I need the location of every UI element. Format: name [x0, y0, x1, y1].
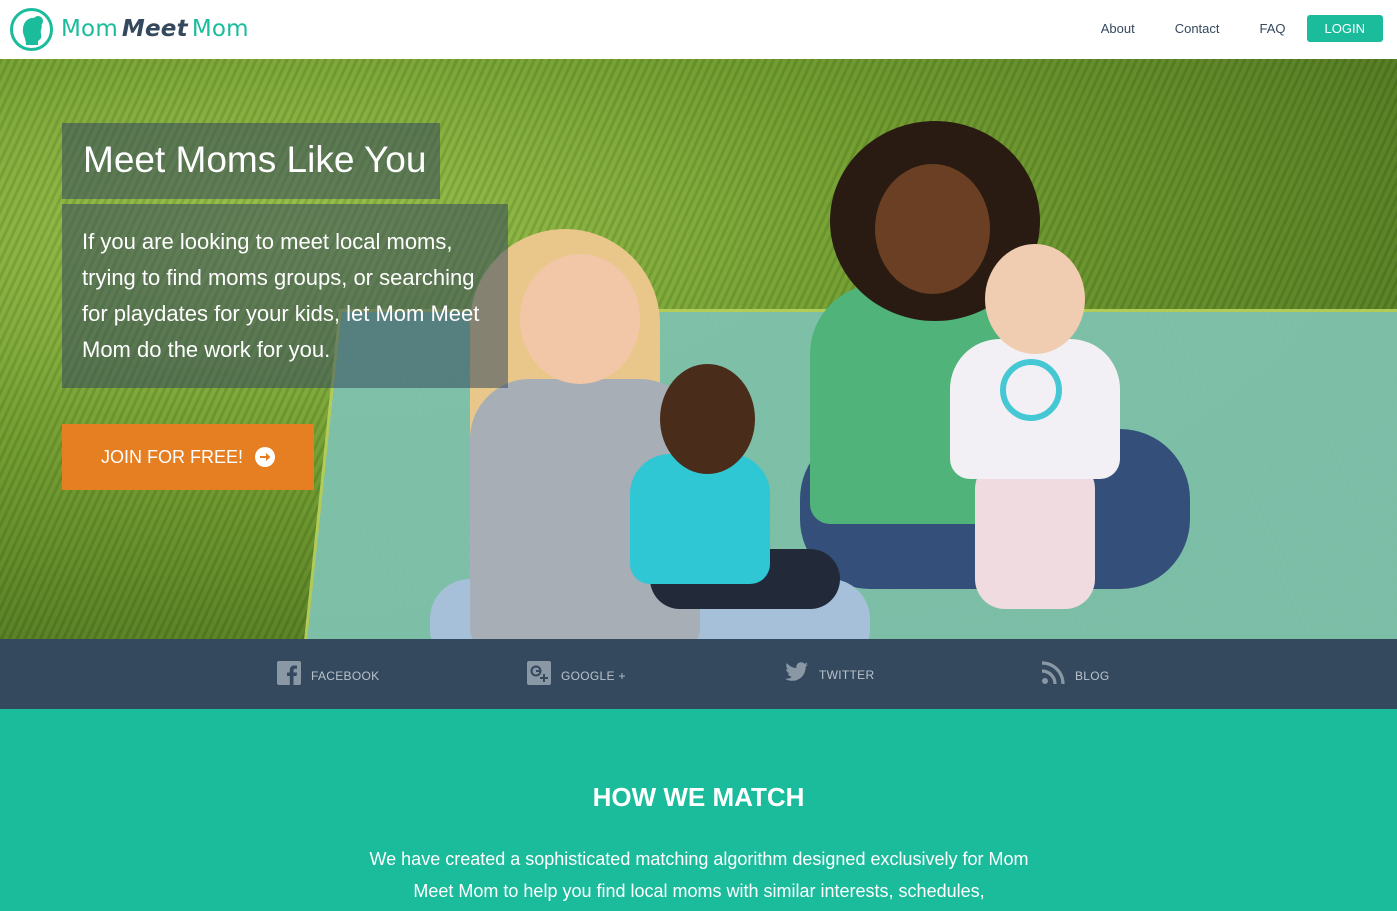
hero-description: If you are looking to meet local moms, t… [82, 229, 480, 362]
logo-wordmark: Mom Meet Mom [61, 16, 249, 42]
hero-photo-baby2-legs [975, 459, 1095, 609]
nav-about-link[interactable]: About [1101, 21, 1135, 36]
headline-panel: Meet Moms Like You [62, 123, 440, 199]
google-plus-icon [527, 661, 551, 690]
main-nav: About Contact FAQ LOGIN [1101, 15, 1383, 42]
facebook-link[interactable]: FACEBOOK [277, 661, 379, 690]
facebook-icon [277, 661, 301, 690]
arrow-right-circle-icon [255, 447, 275, 467]
nav-faq-link[interactable]: FAQ [1260, 21, 1286, 36]
twitter-link[interactable]: TWITTER [785, 661, 874, 688]
logo-word-3: Mom [191, 16, 249, 42]
blog-link[interactable]: BLOG [1041, 661, 1110, 690]
rss-icon [1041, 661, 1065, 690]
twitter-icon [785, 661, 809, 688]
hero-photo-baby1-body [630, 454, 770, 584]
join-for-free-button[interactable]: JOIN FOR FREE! [62, 424, 314, 490]
hero-photo-baby2-head [985, 244, 1085, 354]
how-we-match-section: HOW WE MATCH We have created a sophistic… [0, 709, 1397, 911]
hero-photo-mom2-face [875, 164, 990, 294]
site-header: Mom Meet Mom About Contact FAQ LOGIN [0, 0, 1397, 59]
hero-photo-baby1-head [660, 364, 755, 474]
description-panel: If you are looking to meet local moms, t… [62, 204, 508, 388]
twitter-label: TWITTER [819, 667, 875, 682]
hero-headline: Meet Moms Like You [83, 139, 427, 180]
social-bar: FACEBOOK GOOGLE + TWITTER BLOG [0, 639, 1397, 709]
how-we-match-title: HOW WE MATCH [592, 782, 805, 812]
logo[interactable]: Mom Meet Mom [10, 7, 249, 51]
login-button[interactable]: LOGIN [1306, 15, 1383, 42]
mom-silhouette-icon [10, 7, 53, 51]
blog-label: BLOG [1075, 668, 1110, 683]
facebook-label: FACEBOOK [311, 668, 380, 683]
join-button-label: JOIN FOR FREE! [100, 446, 243, 467]
how-we-match-text: We have created a sophisticated matching… [369, 849, 1029, 901]
logo-word-1: Mom [61, 16, 118, 42]
hero-photo-mom1-face [520, 254, 640, 384]
hero-section: Meet Moms Like You If you are looking to… [0, 59, 1397, 639]
google-plus-link[interactable]: GOOGLE + [527, 661, 626, 690]
hero-photo-toy-ring [1000, 359, 1062, 421]
google-plus-label: GOOGLE + [561, 668, 626, 683]
logo-word-2: Meet [121, 16, 188, 42]
nav-contact-link[interactable]: Contact [1175, 21, 1220, 36]
